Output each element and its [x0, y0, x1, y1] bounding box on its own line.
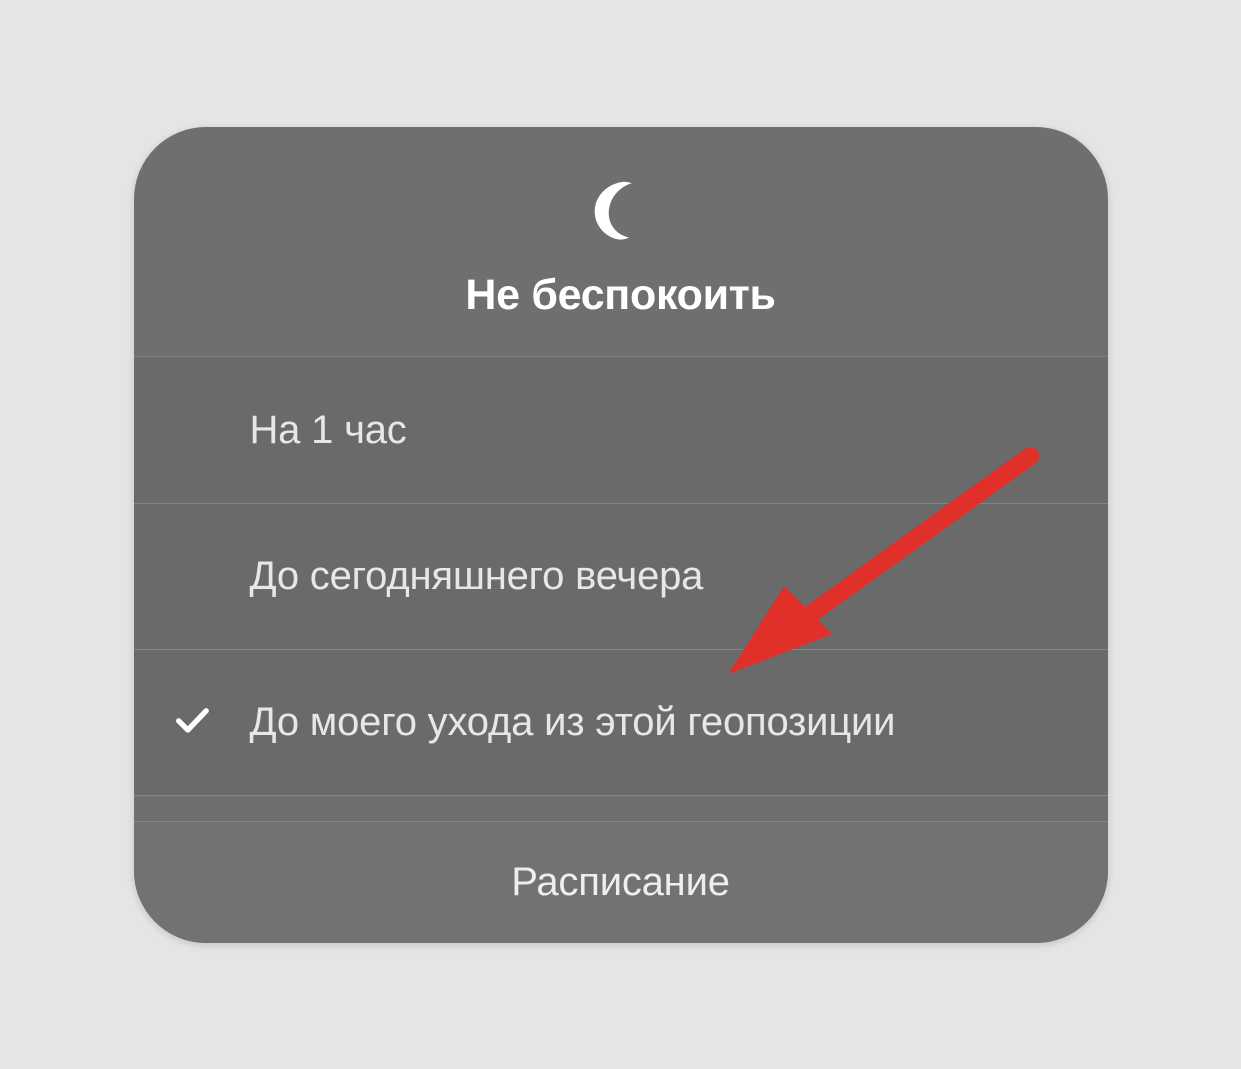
- moon-icon: [587, 175, 655, 243]
- option-label: До сегодняшнего вечера: [250, 551, 1048, 601]
- duration-options-list: На 1 час До сегодняшнего вечера До моего…: [134, 356, 1108, 795]
- schedule-label: Расписание: [511, 860, 730, 905]
- option-one-hour[interactable]: На 1 час: [134, 357, 1108, 503]
- section-separator: [134, 795, 1108, 821]
- check-icon: [172, 700, 212, 745]
- option-until-evening[interactable]: До сегодняшнего вечера: [134, 503, 1108, 649]
- option-check-slot: [134, 700, 250, 745]
- panel-header: Не беспокоить: [134, 127, 1108, 356]
- option-label: До моего ухода из этой геопозиции: [250, 697, 1048, 747]
- do-not-disturb-panel: Не беспокоить На 1 час До сегодняшнего в…: [134, 127, 1108, 943]
- option-until-leave-location[interactable]: До моего ухода из этой геопозиции: [134, 649, 1108, 795]
- schedule-button[interactable]: Расписание: [134, 821, 1108, 943]
- option-label: На 1 час: [250, 405, 1048, 455]
- panel-title: Не беспокоить: [465, 271, 775, 320]
